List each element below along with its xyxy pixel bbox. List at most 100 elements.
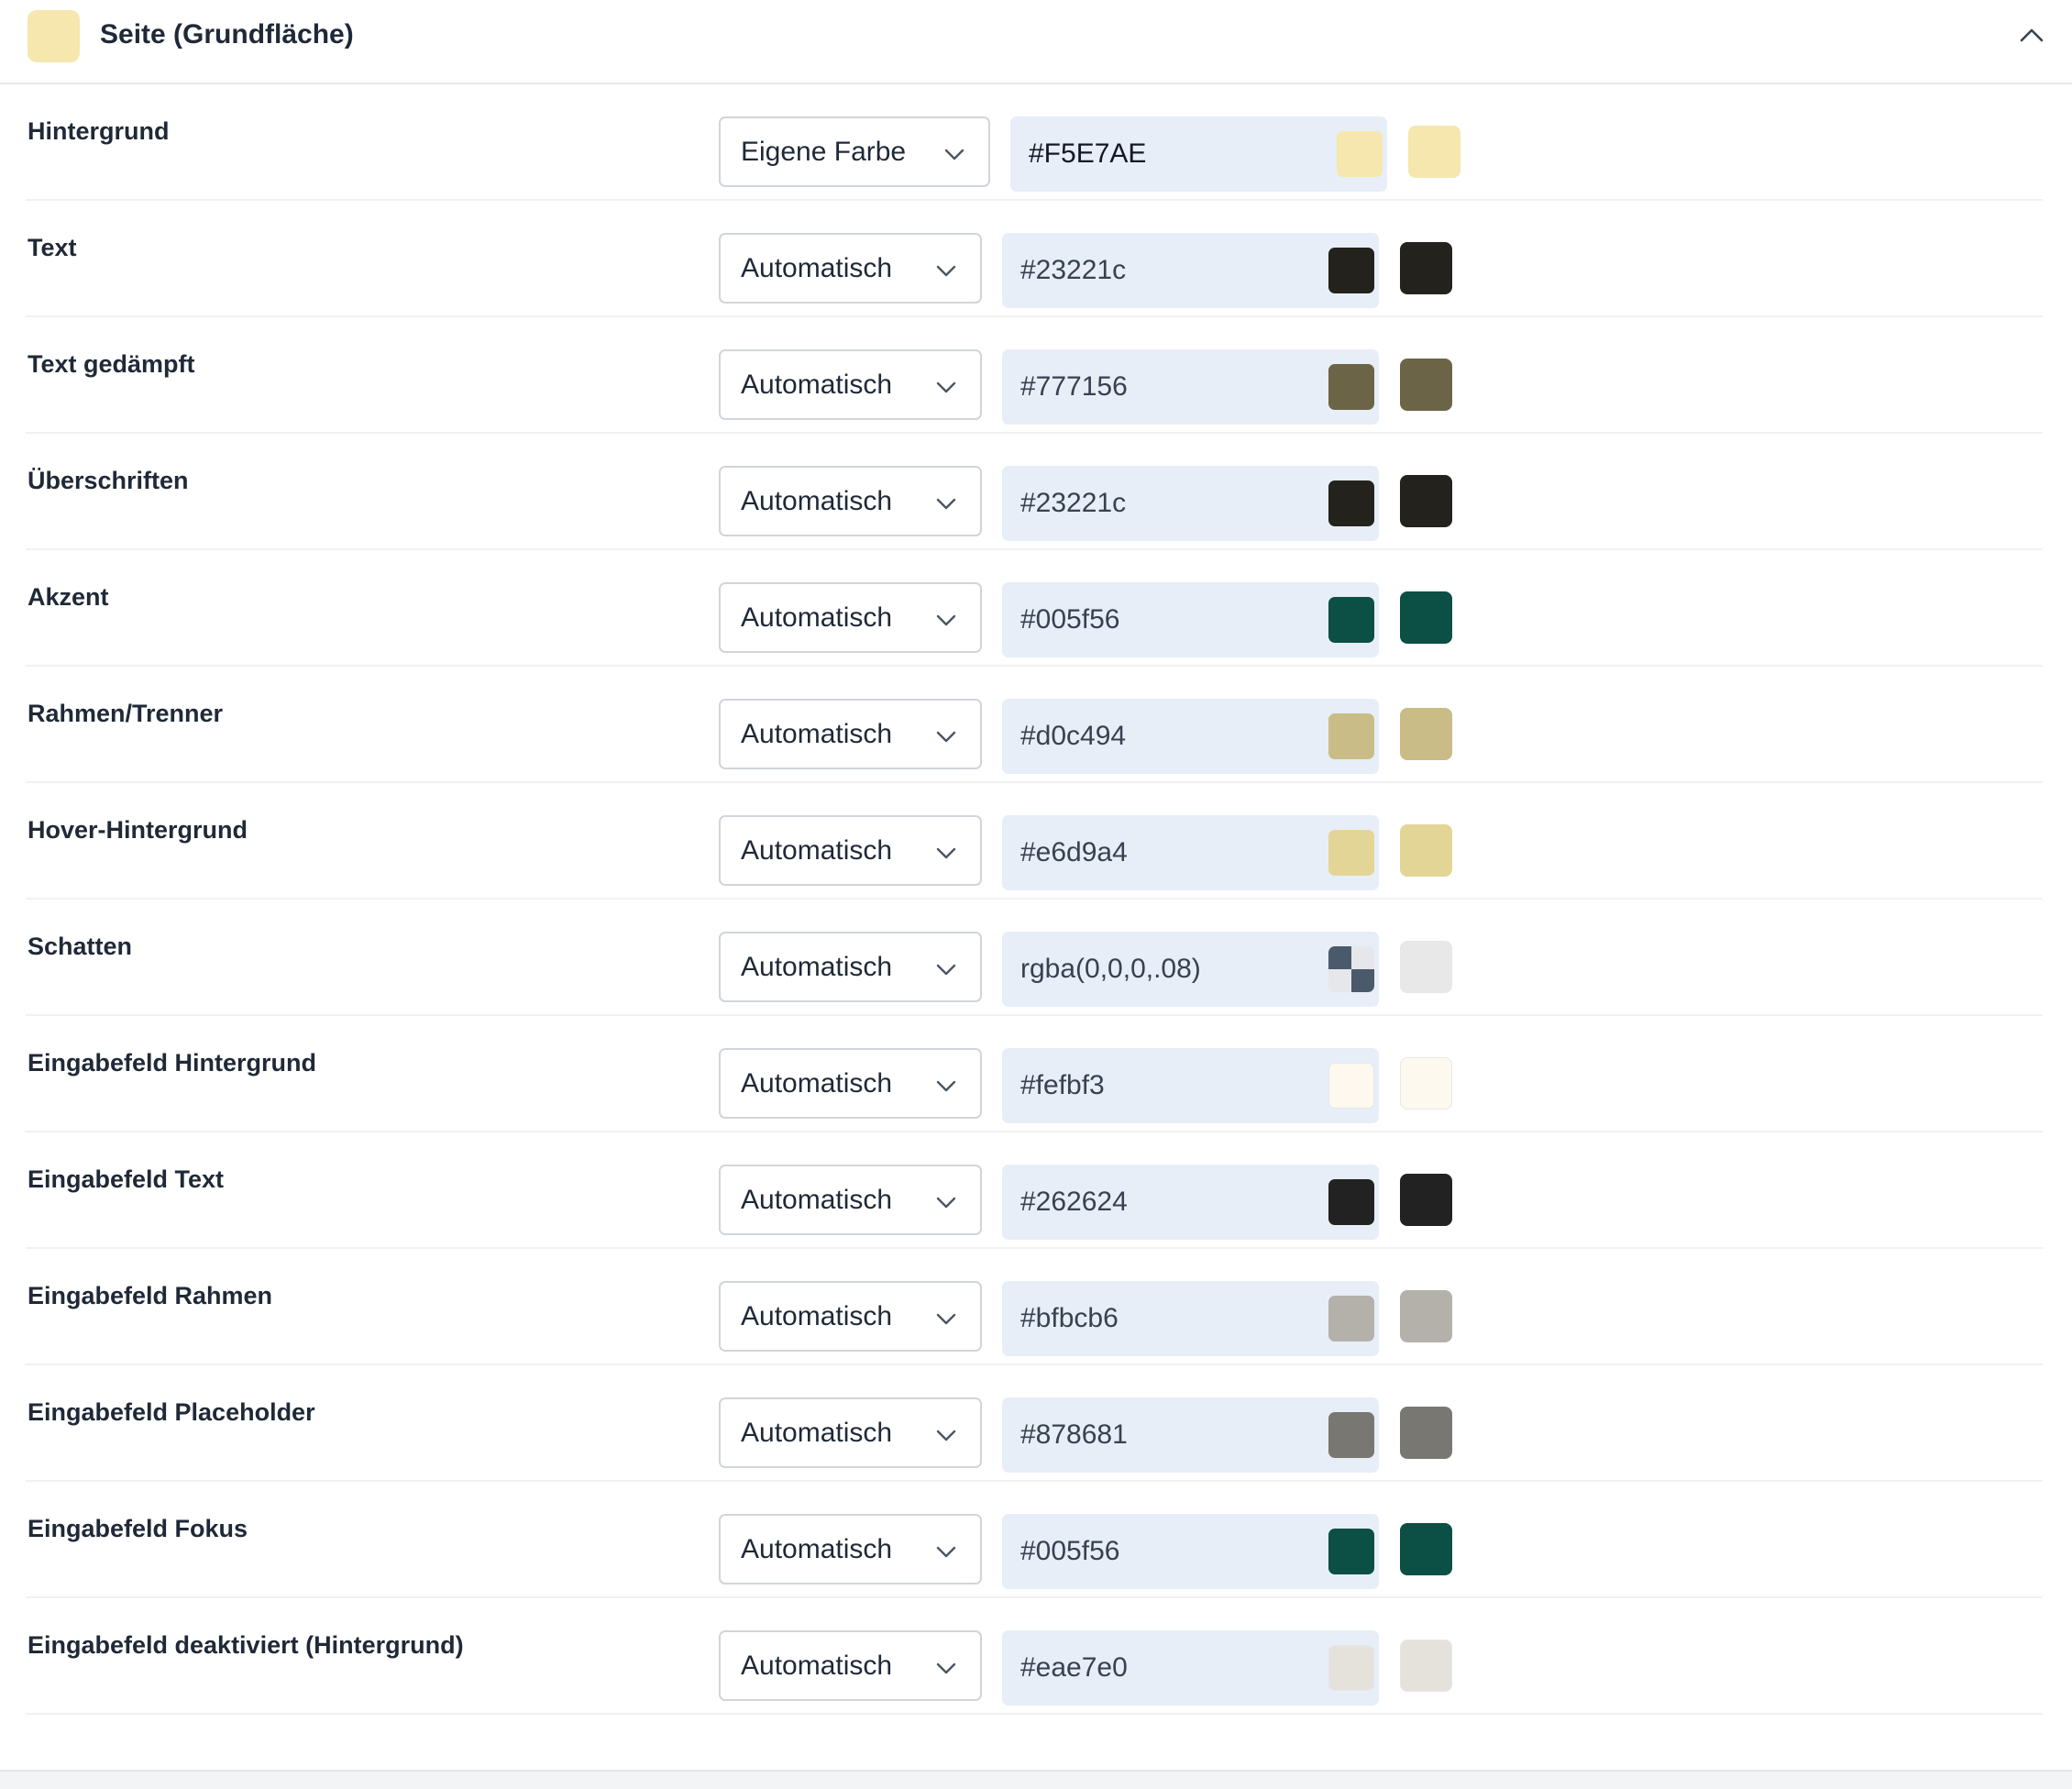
mode-select-value: Automatisch <box>741 1068 893 1099</box>
setting-label: Hover-Hintergrund <box>28 816 248 844</box>
color-picker-swatch[interactable] <box>1328 1296 1374 1342</box>
setting-label: Text <box>28 234 77 261</box>
mode-select-value: Automatisch <box>741 602 893 633</box>
color-preview-swatch <box>1400 1523 1452 1575</box>
color-picker-swatch[interactable] <box>1328 713 1374 759</box>
mode-select[interactable]: Automatisch <box>719 1281 982 1352</box>
mode-select-value: Automatisch <box>741 835 893 866</box>
color-value-input[interactable] <box>1020 719 1295 754</box>
mode-select[interactable]: Automatisch <box>719 1630 982 1701</box>
color-value-input[interactable] <box>1020 952 1295 987</box>
mode-select[interactable]: Automatisch <box>719 466 982 536</box>
setting-label: Eingabefeld Text <box>28 1165 225 1193</box>
color-picker-swatch[interactable] <box>1328 248 1374 293</box>
chevron-down-icon <box>936 847 956 859</box>
chevron-down-icon <box>936 964 956 976</box>
color-preview-swatch <box>1400 475 1452 527</box>
section-header[interactable]: Seite (Grundfläche) <box>0 0 2072 84</box>
color-setting-row: Text Automatisch <box>0 201 2072 317</box>
chevron-down-icon <box>936 381 956 393</box>
color-preview-swatch <box>1400 1407 1452 1459</box>
mode-select-value: Automatisch <box>741 1534 893 1564</box>
theme-section-panel: Seite (Grundfläche) Hintergrund Eigene F… <box>0 0 2072 1772</box>
mode-select-value: Automatisch <box>741 1651 893 1681</box>
mode-select[interactable]: Automatisch <box>719 932 982 1002</box>
section-color-swatch <box>28 10 80 62</box>
color-value-field <box>1002 932 1379 1007</box>
color-setting-row: Akzent Automatisch <box>0 550 2072 667</box>
color-value-field <box>1002 1048 1379 1123</box>
setting-label: Rahmen/Trenner <box>28 700 224 727</box>
color-value-field <box>1010 116 1387 192</box>
color-picker-swatch[interactable] <box>1328 830 1374 876</box>
color-preview-swatch <box>1400 941 1452 993</box>
mode-select-value: Automatisch <box>741 1301 893 1331</box>
color-picker-swatch[interactable] <box>1328 1645 1374 1691</box>
color-value-field <box>1002 1281 1379 1356</box>
chevron-down-icon <box>944 149 964 160</box>
color-setting-row: Eingabefeld deaktiviert (Hintergrund) Au… <box>0 1598 2072 1715</box>
mode-select[interactable]: Automatisch <box>719 1048 982 1119</box>
mode-select[interactable]: Automatisch <box>719 233 982 304</box>
color-picker-swatch[interactable] <box>1328 946 1374 992</box>
color-value-input[interactable] <box>1020 835 1295 870</box>
color-picker-swatch[interactable] <box>1328 597 1374 643</box>
color-preview-swatch <box>1400 359 1452 411</box>
color-picker-swatch[interactable] <box>1328 1063 1374 1109</box>
color-setting-row: Schatten Automatisch <box>0 900 2072 1016</box>
color-value-input[interactable] <box>1020 602 1295 637</box>
color-preview-swatch <box>1400 591 1452 644</box>
chevron-down-icon <box>936 1546 956 1558</box>
chevron-up-icon <box>2020 28 2044 42</box>
setting-label: Eingabefeld Placeholder <box>28 1398 315 1426</box>
chevron-down-icon <box>936 1430 956 1441</box>
color-value-input[interactable] <box>1020 1651 1295 1685</box>
color-setting-row: Überschriften Automatisch <box>0 434 2072 550</box>
mode-select-value: Automatisch <box>741 370 893 400</box>
mode-select-value: Automatisch <box>741 253 893 283</box>
mode-select[interactable]: Eigene Farbe <box>719 116 990 187</box>
mode-select[interactable]: Automatisch <box>719 1165 982 1235</box>
setting-label: Akzent <box>28 583 109 611</box>
color-value-field <box>1002 233 1379 308</box>
mode-select[interactable]: Automatisch <box>719 349 982 420</box>
color-picker-swatch[interactable] <box>1328 1179 1374 1225</box>
section-title: Seite (Grundfläche) <box>100 19 354 50</box>
chevron-down-icon <box>936 731 956 743</box>
color-setting-row: Eingabefeld Fokus Automatisch <box>0 1482 2072 1598</box>
chevron-down-icon <box>936 1313 956 1325</box>
collapse-button[interactable] <box>2015 18 2048 51</box>
color-value-input[interactable] <box>1020 1534 1295 1569</box>
setting-label: Hintergrund <box>28 117 170 145</box>
setting-label: Text gedämpft <box>28 350 195 378</box>
color-picker-swatch[interactable] <box>1328 364 1374 410</box>
mode-select[interactable]: Automatisch <box>719 582 982 653</box>
color-picker-swatch[interactable] <box>1328 1529 1374 1574</box>
mode-select[interactable]: Automatisch <box>719 815 982 886</box>
color-value-input[interactable] <box>1020 1185 1295 1220</box>
color-setting-row: Eingabefeld Rahmen Automatisch <box>0 1249 2072 1365</box>
color-value-input[interactable] <box>1020 1418 1295 1452</box>
color-value-input[interactable] <box>1020 1301 1295 1336</box>
color-picker-swatch[interactable] <box>1337 131 1383 177</box>
chevron-down-icon <box>936 614 956 626</box>
color-setting-row: Rahmen/Trenner Automatisch <box>0 667 2072 783</box>
color-value-input[interactable] <box>1029 137 1304 171</box>
color-preview-swatch <box>1400 824 1452 877</box>
color-value-input[interactable] <box>1020 370 1295 404</box>
mode-select[interactable]: Automatisch <box>719 1397 982 1468</box>
setting-label: Schatten <box>28 933 133 960</box>
panel-footer-strip <box>0 1772 2072 1789</box>
chevron-down-icon <box>936 498 956 510</box>
mode-select[interactable]: Automatisch <box>719 699 982 769</box>
color-picker-swatch[interactable] <box>1328 480 1374 526</box>
color-value-input[interactable] <box>1020 253 1295 288</box>
setting-label: Überschriften <box>28 467 189 494</box>
color-value-input[interactable] <box>1020 486 1295 521</box>
mode-select-value: Eigene Farbe <box>741 137 907 167</box>
color-value-input[interactable] <box>1020 1068 1295 1103</box>
color-value-field <box>1002 582 1379 657</box>
mode-select[interactable]: Automatisch <box>719 1514 982 1585</box>
color-picker-swatch[interactable] <box>1328 1412 1374 1458</box>
color-preview-swatch <box>1400 708 1452 760</box>
